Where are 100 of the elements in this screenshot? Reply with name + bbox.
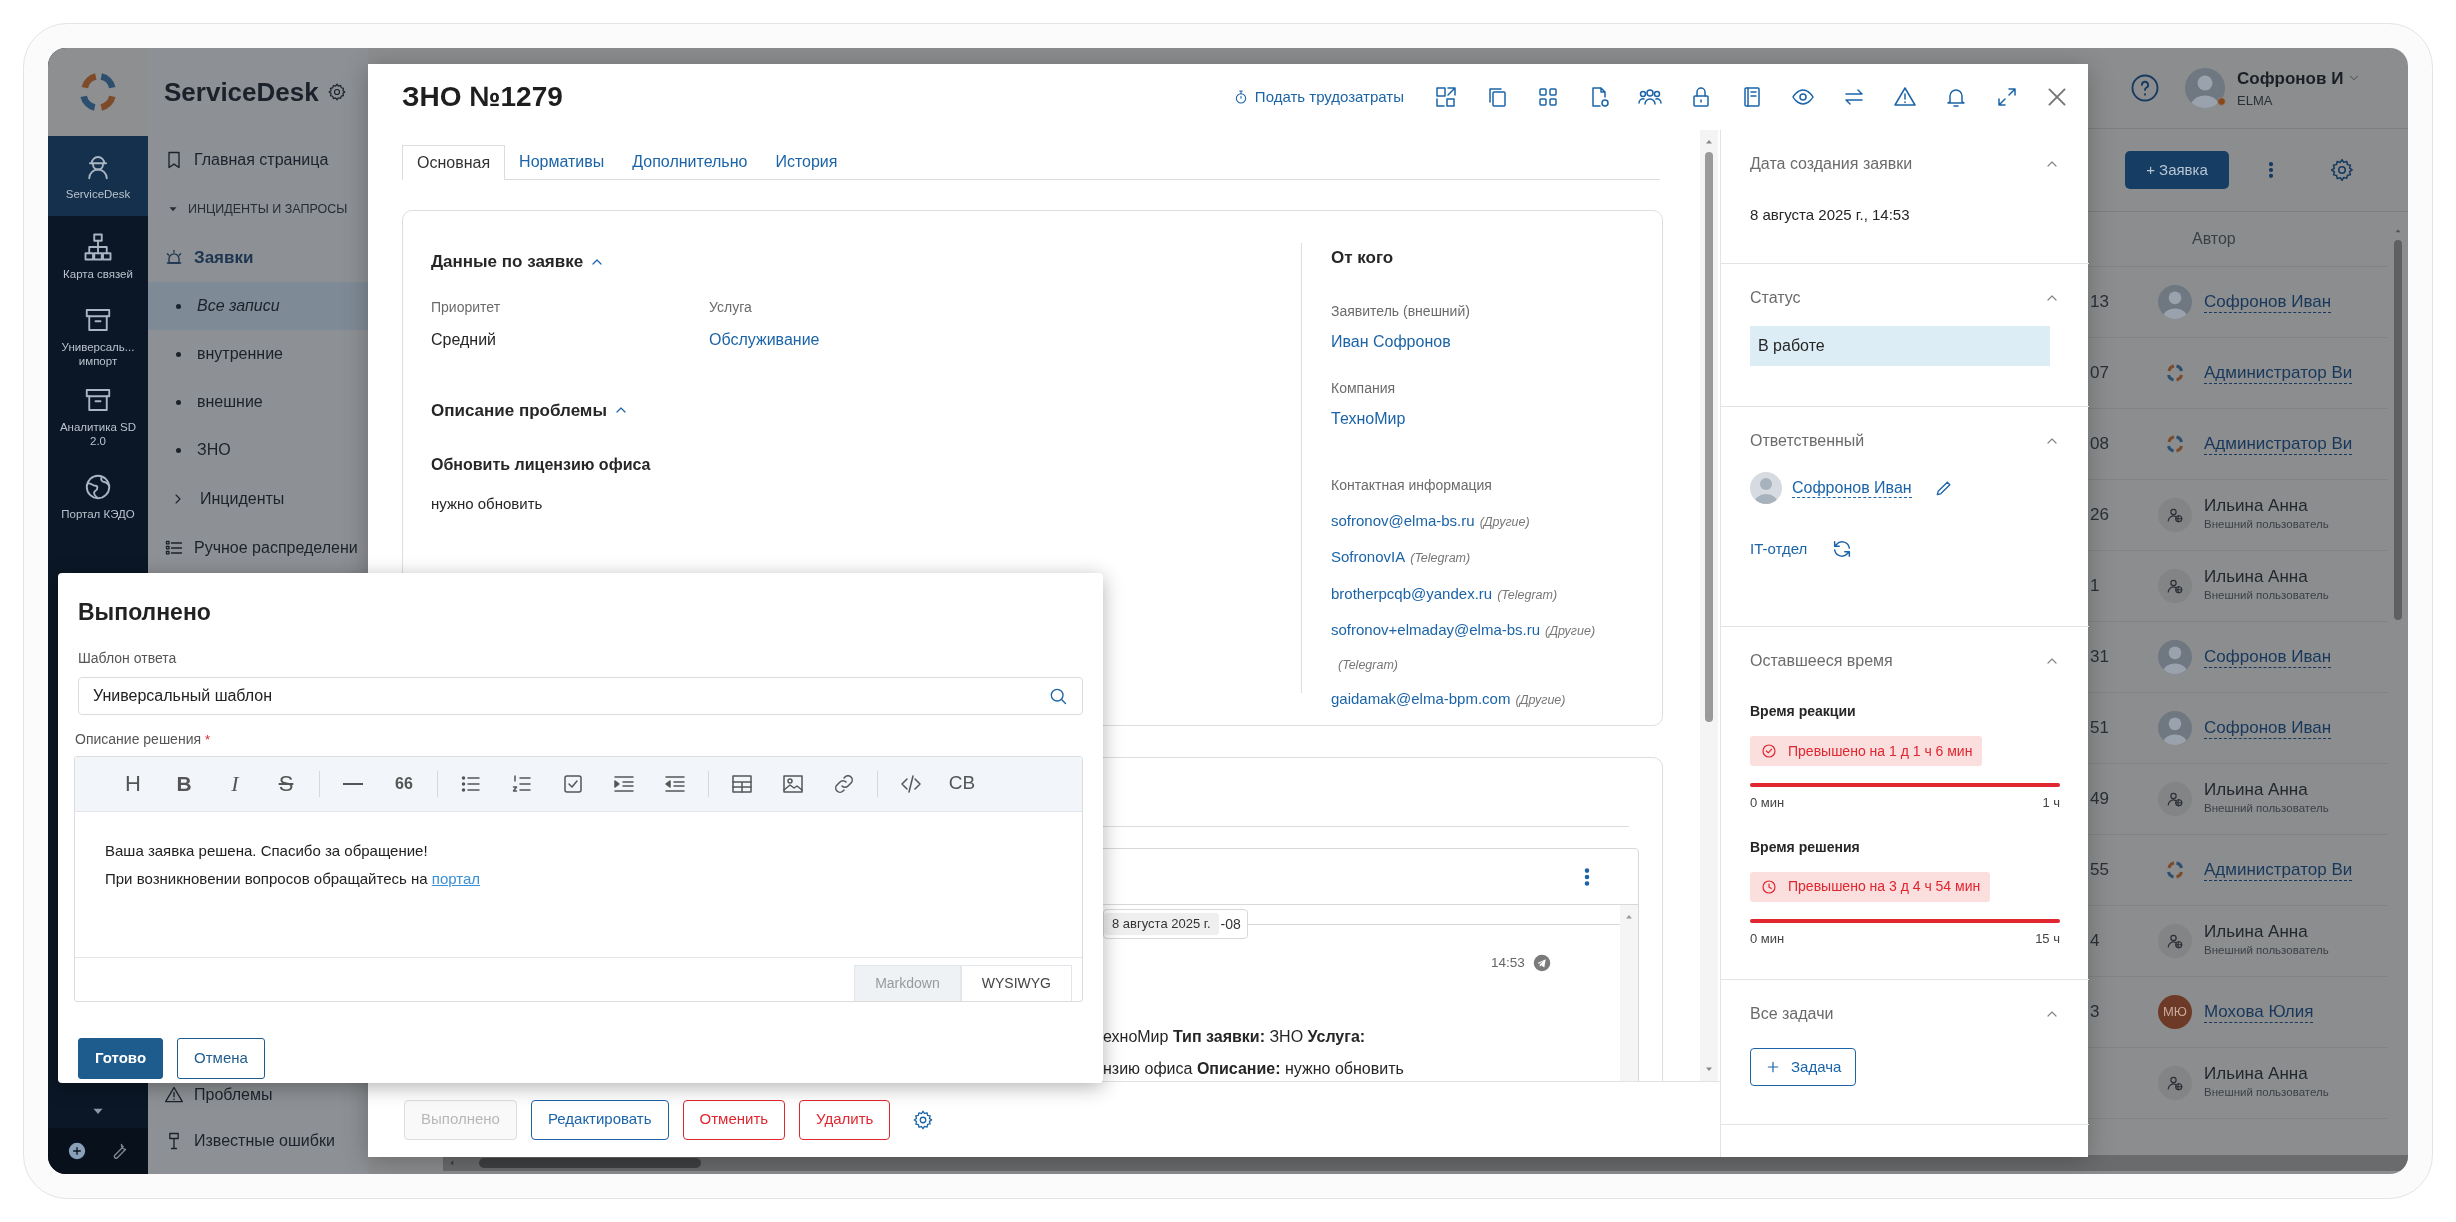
user-icon	[2166, 1074, 2184, 1092]
field-label: Услуга	[709, 297, 753, 317]
quote-tool[interactable]: 66	[384, 763, 424, 804]
logo-icon	[2165, 363, 2185, 383]
contact-link[interactable]: brotherpcqb@yandex.ru	[1331, 582, 1493, 605]
bold-tool[interactable]: B	[164, 763, 204, 804]
field-label: Описание решения	[75, 729, 202, 749]
app-title: ServiceDesk	[164, 75, 319, 109]
list-icon	[164, 538, 184, 558]
rail-item[interactable]: Аналитика SD 2.0	[48, 376, 148, 456]
nav-item[interactable]: Все записи	[148, 282, 368, 330]
contact-link[interactable]: SofronovIA	[1331, 546, 1406, 569]
nav-item[interactable]: ЗНО	[148, 426, 368, 474]
author-link[interactable]: Администратор Ви	[2204, 433, 2353, 455]
transfer-icon[interactable]	[1434, 85, 1458, 109]
user-org: ELMA	[2237, 92, 2274, 110]
section-title: Все задачи	[1750, 1004, 1834, 1024]
cb-tool[interactable]: CB	[942, 763, 982, 804]
avatar	[2185, 68, 2225, 108]
italic-tool[interactable]: I	[215, 763, 255, 804]
add-task-button[interactable]: Задача	[1750, 1048, 1857, 1086]
strike-tool[interactable]: S	[266, 763, 306, 804]
nav-item[interactable]: Заявки	[148, 234, 368, 282]
field-link[interactable]: Обслуживание	[709, 327, 987, 352]
table-cell-text: 4	[2089, 930, 2101, 953]
tab[interactable]: Дополнительно	[618, 145, 762, 179]
avatar: МЮ	[2158, 995, 2192, 1029]
timer-title: Время решения	[1750, 837, 1861, 857]
overdue-badge: Превышено на 3 д 4 ч 54 мин	[1750, 871, 1991, 902]
rail-item[interactable]: Портал КЭДО	[48, 456, 148, 536]
field-link[interactable]: ТехноМир	[1331, 406, 1662, 431]
section-toggle[interactable]: Описание проблемы	[431, 397, 1301, 423]
contact-link[interactable]: sofronov@elma-bs.ru	[1331, 509, 1475, 532]
avatar	[1750, 472, 1782, 504]
portal-link[interactable]: портал	[431, 870, 481, 887]
warning-icon	[164, 1085, 184, 1105]
settings-icon[interactable]	[326, 82, 347, 102]
contact-tag: (Другие)	[1479, 512, 1530, 532]
author-link[interactable]: Администратор Ви	[2204, 362, 2353, 384]
settings-icon[interactable]	[2329, 157, 2355, 183]
author-subtitle: Внешний пользователь	[2204, 1085, 2329, 1101]
heading-tool[interactable]: H	[113, 763, 153, 804]
create-button[interactable]: + Заявка	[2125, 151, 2229, 189]
author-subtitle: Внешний пользователь	[2204, 801, 2329, 817]
telegram-icon	[1532, 954, 1551, 973]
template-field[interactable]: Универсальный шаблон	[78, 676, 1083, 715]
warning-icon[interactable]	[1893, 85, 1917, 109]
nav-group[interactable]: ИНЦИДЕНТЫ И ЗАПРОСЫ	[148, 184, 368, 234]
rail-item[interactable]: Универсаль... импорт	[48, 296, 148, 376]
rail-item[interactable]: ServiceDesk	[48, 136, 148, 216]
nav-item[interactable]: Инциденты	[148, 474, 368, 524]
timer-title: Время реакции	[1750, 702, 1857, 721]
author-name: Ильина Анна	[2204, 1064, 2309, 1085]
action-button[interactable]: Отменить	[682, 1099, 786, 1140]
required-mark: *	[205, 730, 211, 749]
expand-icon[interactable]	[1995, 85, 2019, 109]
settings-icon[interactable]	[912, 1108, 935, 1131]
vertical-scrollbar[interactable]	[1700, 130, 1718, 1081]
timesheet-link[interactable]: Подать трудозатраты	[1232, 85, 1404, 109]
contact-tag: (Telegram)	[1497, 585, 1558, 605]
team-link[interactable]: IT-отдел	[1750, 538, 1808, 561]
rule-icon	[343, 782, 363, 785]
author-link[interactable]: Софронов Иван	[2204, 717, 2332, 739]
rich-text-editor[interactable]: H B I S 66 CB Ваша заявка решена. Спасибо за обращение! При возникновении вопросов обращайтесь на портал Markdown WYSIWYG	[74, 755, 1083, 1002]
grid-icon[interactable]	[1536, 85, 1560, 109]
author-link[interactable]: Администратор Ви	[2204, 859, 2353, 881]
scrollbar-thumb[interactable]	[2394, 240, 2402, 620]
author-link[interactable]: Мохова Юлия	[2204, 1001, 2314, 1023]
help-icon[interactable]	[2130, 73, 2160, 103]
dialog-button[interactable]: Отмена	[177, 1037, 265, 1079]
nav-item[interactable]: внутренние	[148, 330, 368, 378]
horizontal-scrollbar[interactable]	[443, 1155, 2408, 1171]
contact-link[interactable]: sofronov+elmaday@elma-bs.ru	[1331, 619, 1541, 642]
nav-item[interactable]: внешние	[148, 378, 368, 426]
nav-item[interactable]: Известные ошибки	[148, 1118, 368, 1164]
field-label: Компания	[1331, 378, 1397, 398]
table-cell-text: 3	[2089, 1001, 2101, 1024]
user-icon	[2166, 932, 2184, 950]
field-label: Шаблон ответа	[78, 648, 178, 668]
assignee-link[interactable]: Софронов Иван	[1792, 478, 1912, 498]
nav-item[interactable]: Главная страница	[148, 136, 368, 184]
mode-tab[interactable]: WYSIWYG	[960, 964, 1072, 1001]
nav-item[interactable]: Ручное распределени	[148, 524, 368, 572]
field-link[interactable]: Иван Софронов	[1331, 329, 1662, 354]
tab[interactable]: Основная	[402, 145, 506, 180]
tab[interactable]: История	[761, 145, 852, 179]
dialog-button[interactable]: Готово	[78, 1037, 164, 1079]
add-icon[interactable]	[67, 1141, 87, 1161]
table-cell-text: 07	[2089, 362, 2110, 385]
ticket-title: ЗНО №1279	[402, 80, 563, 114]
tab[interactable]: Нормативы	[505, 145, 619, 179]
rail-item[interactable]: Карта связей	[48, 216, 148, 296]
action-button[interactable]: Редактировать	[530, 1099, 669, 1140]
status-badge: В работе	[1750, 326, 2050, 366]
contact-link[interactable]: gaidamak@elma-bpm.com	[1331, 688, 1511, 711]
action-button[interactable]: Удалить	[799, 1099, 891, 1140]
author-link[interactable]: Софронов Иван	[2204, 646, 2332, 668]
clock-icon	[1760, 877, 1778, 896]
section-toggle[interactable]: Данные по заявке	[431, 249, 1301, 275]
author-link[interactable]: Софронов Иван	[2204, 291, 2332, 313]
